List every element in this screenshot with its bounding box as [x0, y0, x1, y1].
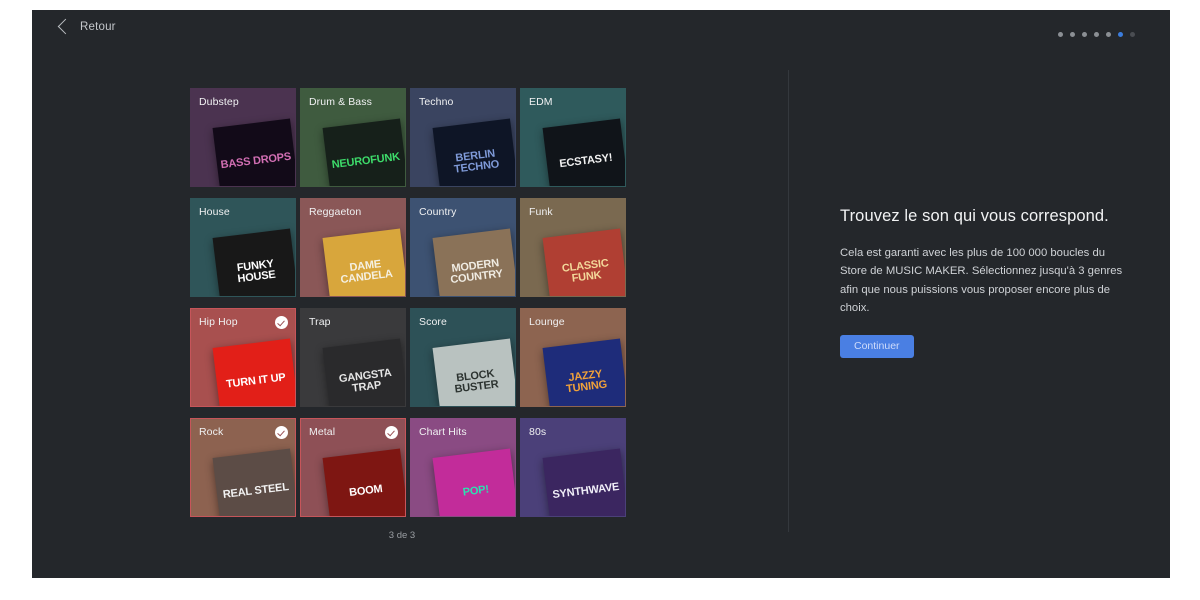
genre-tile[interactable]: Berlin Techno Techno	[410, 88, 516, 187]
content-area: Bass Drops Dubstep Neurofunk Drum & Bass Ber…	[32, 52, 1170, 578]
genre-tile[interactable]: Pop! Chart Hits	[410, 418, 516, 517]
genre-tile[interactable]: Real Steel Rock	[190, 418, 296, 517]
genre-tile-label: 80s	[529, 426, 546, 438]
genre-artwork-text: Modern Country	[436, 256, 516, 288]
genre-tile-label: Reggaeton	[309, 206, 361, 218]
genre-artwork: Pop!	[433, 449, 516, 517]
continue-button[interactable]: Continuer	[840, 335, 914, 358]
genre-tile-label: Funk	[529, 206, 553, 218]
genre-artwork: Classic Funk	[543, 229, 626, 297]
genre-artwork-text: Dame Candela	[326, 256, 406, 288]
genre-tile[interactable]: Synthwave 80s	[520, 418, 626, 517]
genre-tile[interactable]: Jazzy Tuning Lounge	[520, 308, 626, 407]
genre-tile-label: Trap	[309, 316, 331, 328]
genre-artwork: Turn It Up	[213, 339, 296, 407]
chevron-left-icon	[58, 19, 74, 35]
top-bar: Retour	[32, 10, 1170, 52]
step-dot-3[interactable]	[1082, 32, 1087, 37]
genre-artwork-text: Pop!	[459, 484, 492, 499]
genre-tile-label: Score	[419, 316, 447, 328]
pagination-label: 3 de 3	[190, 530, 614, 541]
genre-artwork: Gangsta Trap	[323, 339, 406, 407]
genre-tile[interactable]: Classic Funk Funk	[520, 198, 626, 297]
genre-tile[interactable]: Block Buster Score	[410, 308, 516, 407]
genre-tile-label: Metal	[309, 426, 335, 438]
genre-tile[interactable]: Funky House House	[190, 198, 296, 297]
genre-tile[interactable]: Boom Metal	[300, 418, 406, 517]
genre-tile-label: Techno	[419, 96, 453, 108]
genre-tile-label: Lounge	[529, 316, 565, 328]
genre-tile-label: House	[199, 206, 230, 218]
step-dot-1[interactable]	[1058, 32, 1063, 37]
genre-tile[interactable]: Neurofunk Drum & Bass	[300, 88, 406, 187]
genre-grid-pane: Bass Drops Dubstep Neurofunk Drum & Bass Ber…	[32, 52, 788, 578]
genre-artwork-text: Ecstasy!	[556, 153, 616, 171]
genre-artwork: Neurofunk	[323, 119, 406, 187]
info-heading: Trouvez le son qui vous correspond.	[840, 207, 1125, 226]
check-circle-icon	[385, 426, 398, 439]
genre-tile-label: Country	[419, 206, 456, 218]
genre-tile[interactable]: Turn It Up Hip Hop	[190, 308, 296, 407]
genre-artwork-text: Bass Drops	[217, 152, 295, 172]
genre-artwork: Real Steel	[213, 449, 296, 517]
genre-tile-label: Rock	[199, 426, 223, 438]
genre-artwork: Block Buster	[433, 339, 516, 407]
genre-tile[interactable]: Dame Candela Reggaeton	[300, 198, 406, 297]
genre-artwork-text: Funky House	[216, 256, 296, 288]
genre-tile-label: Chart Hits	[419, 426, 467, 438]
genre-artwork: Dame Candela	[323, 229, 406, 297]
step-dot-7[interactable]	[1130, 32, 1135, 37]
step-dot-4[interactable]	[1094, 32, 1099, 37]
step-dot-2[interactable]	[1070, 32, 1075, 37]
genre-tile-label: Drum & Bass	[309, 96, 372, 108]
genre-tile[interactable]: Gangsta Trap Trap	[300, 308, 406, 407]
info-pane: Trouvez le son qui vous correspond. Cela…	[789, 52, 1170, 578]
genre-tile[interactable]: Bass Drops Dubstep	[190, 88, 296, 187]
genre-artwork-text: Classic Funk	[546, 256, 626, 288]
genre-artwork-text: Turn It Up	[223, 372, 290, 391]
genre-artwork-text: Neurofunk	[328, 152, 403, 172]
genre-tile-label: Hip Hop	[199, 316, 238, 328]
genre-artwork-text: Real Steel	[219, 482, 292, 502]
genre-artwork-text: Block Buster	[436, 366, 516, 398]
genre-tile[interactable]: Ecstasy! EDM	[520, 88, 626, 187]
genre-artwork: Funky House	[213, 229, 296, 297]
check-circle-icon	[275, 316, 288, 329]
genre-artwork: Ecstasy!	[543, 119, 626, 187]
genre-artwork-text: Jazzy Tuning	[546, 366, 626, 398]
genre-artwork: Berlin Techno	[433, 119, 516, 187]
genre-artwork: Modern Country	[433, 229, 516, 297]
genre-tile[interactable]: Modern Country Country	[410, 198, 516, 297]
genre-artwork: Bass Drops	[213, 119, 296, 187]
step-indicator-dots	[1058, 32, 1135, 37]
step-dot-5[interactable]	[1106, 32, 1111, 37]
step-dot-6[interactable]	[1118, 32, 1123, 37]
genre-artwork: Boom	[323, 449, 406, 517]
genre-artwork-text: Boom	[346, 484, 386, 500]
genre-artwork-text: Berlin Techno	[436, 146, 516, 178]
genre-tile-label: Dubstep	[199, 96, 239, 108]
check-circle-icon	[275, 426, 288, 439]
genre-artwork: Synthwave	[543, 449, 626, 517]
info-body-text: Cela est garanti avec les plus de 100 00…	[840, 244, 1125, 317]
back-button-label: Retour	[80, 21, 116, 33]
genre-grid: Bass Drops Dubstep Neurofunk Drum & Bass Ber…	[190, 88, 626, 517]
genre-artwork-text: Synthwave	[549, 482, 623, 502]
genre-tile-label: EDM	[529, 96, 553, 108]
genre-artwork-text: Gangsta Trap	[326, 366, 406, 398]
app-window: Retour Bass Drops Dubstep Neurofunk Drum & …	[32, 10, 1170, 578]
back-button[interactable]: Retour	[60, 21, 116, 33]
genre-artwork: Jazzy Tuning	[543, 339, 626, 407]
